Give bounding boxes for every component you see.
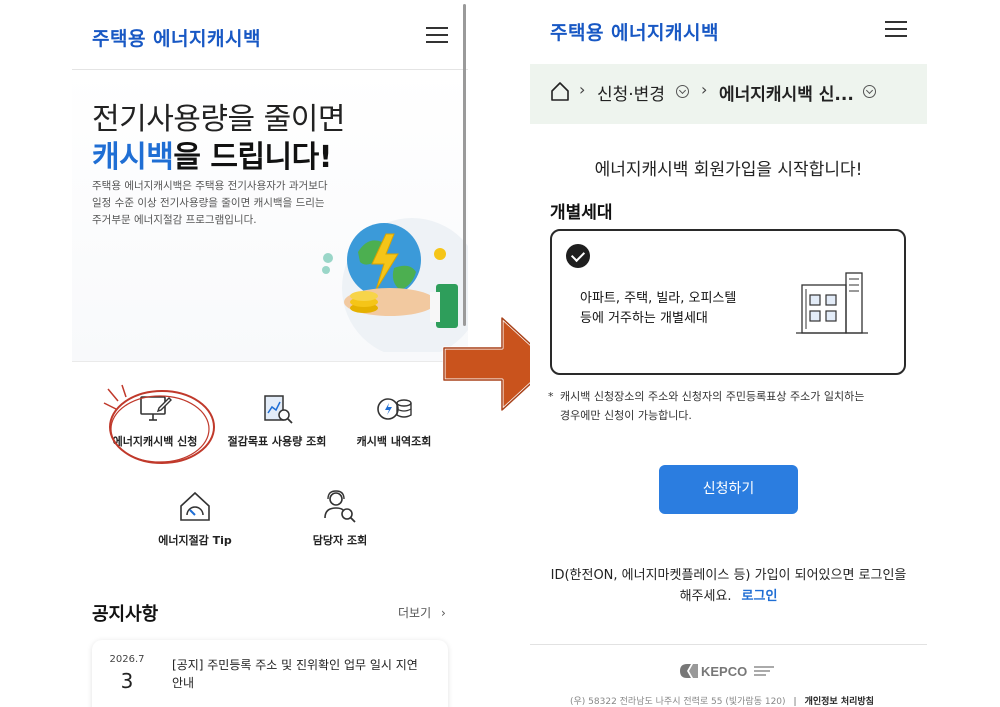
login-prompt-line: ID(한전ON, 에너지마켓플레이스 등) 가입이 되어있으면 로그인을 [550, 568, 907, 583]
menu-label: 담당자 조회 [312, 534, 368, 547]
household-type-option[interactable]: 아파트, 주택, 빌라, 오피스텔 등에 거주하는 개별세대 [550, 229, 906, 375]
chart-search-icon [264, 395, 293, 424]
login-link[interactable]: 로그인 [742, 589, 778, 604]
footer-address: (우) 58322 전라남도 나주시 전력로 55 (빛가람동 120) [570, 697, 786, 707]
right-app-panel: 주택용 에너지캐시백 › 신청·변경 › 에너지캐시백 신... 에너지캐시백 … [530, 0, 927, 707]
person-search-icon [324, 490, 356, 523]
footer-separator: | [793, 697, 797, 707]
menu-energy-tip[interactable]: 에너지절감 Tip [140, 488, 250, 548]
breadcrumb-step1[interactable]: 신청·변경 [597, 80, 665, 105]
chevron-right-icon: › [701, 80, 708, 99]
building-icon [796, 272, 868, 334]
left-scrollbar[interactable] [463, 4, 466, 326]
cash-coins-icon [377, 398, 412, 420]
brand-logo[interactable]: 주택용 에너지캐시백 [550, 18, 719, 45]
option-line: 아파트, 주택, 빌라, 오피스텔 [580, 291, 737, 306]
notice-more-label: 더보기 [398, 606, 432, 620]
notice-item[interactable]: 2026.7 3 [공지] 주민등록 주소 및 진위확인 업무 일시 지연 안내 [92, 640, 448, 707]
section-title: 개별세대 [550, 203, 613, 223]
footer-divider [530, 644, 927, 645]
hero-desc-line: 주택용 에너지캐시백은 주택용 전기사용자가 과거보다 [92, 180, 328, 192]
menu-target-usage[interactable]: 절감목표 사용량 조회 [222, 393, 332, 449]
login-prompt: ID(한전ON, 에너지마켓플레이스 등) 가입이 되어있으면 로그인을 해주세… [530, 565, 927, 607]
notice-day: 3 [120, 669, 134, 693]
hero-headline-line2: 캐시백을 드립니다! [92, 132, 332, 176]
menu-label: 에너지절감 Tip [158, 534, 232, 547]
hero-rest-text: 을 드립니다! [173, 140, 332, 175]
left-header: 주택용 에너지캐시백 [72, 0, 468, 70]
kepco-logo: KEPCO [680, 664, 774, 679]
notice-text: [공지] 주민등록 주소 및 진위확인 업무 일시 지연 안내 [172, 658, 418, 690]
footer-address-row: (우) 58322 전라남도 나주시 전력로 55 (빛가람동 120) | 개인정… [570, 694, 874, 707]
notice-section-title: 공지사항 [92, 604, 159, 625]
menu-label: 캐시백 내역조회 [356, 435, 432, 448]
gauge-home-icon [180, 491, 210, 521]
option-description: 아파트, 주택, 빌라, 오피스텔 등에 거주하는 개별세대 [580, 289, 736, 329]
check-icon [566, 244, 590, 268]
kepco-logo-text: KEPCO [701, 664, 747, 679]
apply-button[interactable]: 신청하기 [659, 465, 798, 514]
brand-logo[interactable]: 주택용 에너지캐시백 [92, 24, 261, 51]
screenshot-stage: 주택용 에너지캐시백 전기사용량을 줄이면 캐시백을 드립니다! 주택용 에너지… [0, 0, 1000, 707]
notice-more-link[interactable]: 더보기 › [398, 604, 446, 621]
chevron-right-icon: › [440, 606, 446, 620]
notice-footnote: * 캐시백 신청장소의 주소와 신청자의 주민등록표상 주소가 일치하는 경우에… [548, 387, 910, 425]
chevron-right-icon: › [579, 80, 586, 99]
left-app-panel: 주택용 에너지캐시백 전기사용량을 줄이면 캐시백을 드립니다! 주택용 에너지… [72, 0, 468, 707]
hero-desc-line: 일정 수준 이상 전기사용량을 줄이면 캐시백을 드리는 [92, 197, 325, 209]
notice-date: 2026.7 3 [106, 654, 148, 693]
hamburger-menu-icon[interactable] [885, 21, 907, 37]
home-icon[interactable] [550, 81, 570, 101]
login-prompt-text: 해주세요. [679, 589, 732, 604]
footnote-asterisk: * [548, 390, 554, 403]
dropdown-circle-icon[interactable] [863, 85, 876, 98]
notice-year-month: 2026.7 [109, 654, 145, 665]
hero-desc-line: 주거부문 에너지절감 프로그램입니다. [92, 214, 257, 226]
red-highlight-circle [103, 384, 215, 464]
hero-description: 주택용 에너지캐시백은 주택용 전기사용자가 과거보다 일정 수준 이상 전기사… [92, 178, 352, 229]
option-line: 등에 거주하는 개별세대 [580, 311, 708, 326]
menu-staff-lookup[interactable]: 담당자 조회 [290, 488, 390, 548]
hamburger-menu-icon[interactable] [426, 27, 448, 43]
signup-start-message: 에너지캐시백 회원가입을 시작합니다! [594, 160, 863, 180]
hero-accent-text: 캐시백 [92, 140, 174, 175]
login-prompt-line2: 해주세요. 로그인 [530, 586, 927, 607]
privacy-policy-link[interactable]: 개인정보 처리방침 [805, 697, 874, 707]
footnote-line: 경우에만 신청이 가능합니다. [560, 409, 692, 422]
breadcrumb-step2[interactable]: 에너지캐시백 신... [719, 80, 854, 105]
footnote-line: 캐시백 신청장소의 주소와 신청자의 주민등록표상 주소가 일치하는 [560, 390, 865, 403]
menu-cashback-history[interactable]: 캐시백 내역조회 [344, 393, 444, 449]
menu-label: 절감목표 사용량 조회 [227, 435, 327, 448]
dropdown-circle-icon[interactable] [676, 85, 689, 98]
